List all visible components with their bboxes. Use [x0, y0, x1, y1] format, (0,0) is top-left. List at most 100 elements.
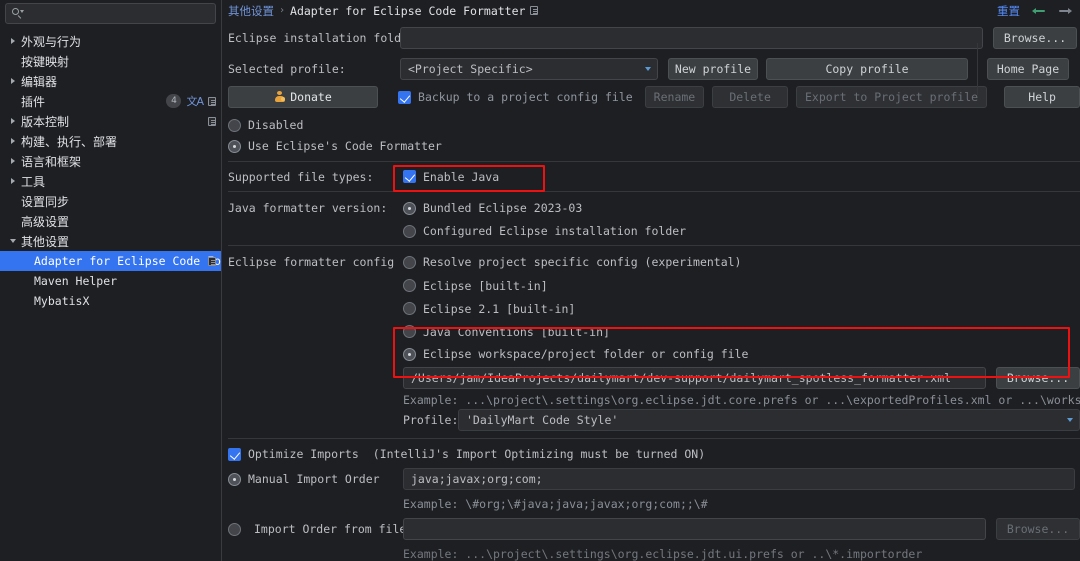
- search-input[interactable]: [28, 5, 209, 22]
- copy-settings-icon[interactable]: [208, 116, 216, 126]
- reset-link[interactable]: 重置: [997, 3, 1020, 19]
- help-button[interactable]: Help: [1004, 86, 1080, 108]
- manual-import-order-label: Manual Import Order: [248, 472, 380, 486]
- config-profile-label: Profile:: [403, 413, 459, 427]
- optimize-imports-label: Optimize Imports: [248, 447, 359, 461]
- selected-profile-label: Selected profile:: [228, 62, 346, 76]
- java-conventions-radio[interactable]: [403, 325, 416, 338]
- settings-tree: 外观与行为 按键映射 编辑器 插件 4 文A 版本控制 构建、执行、部署 语言和…: [0, 31, 242, 311]
- import-order-from-file-browse-button[interactable]: Browse...: [996, 518, 1080, 540]
- backup-config-checkbox-wrap[interactable]: Backup to a project config file: [398, 90, 633, 104]
- export-to-project-profile-button[interactable]: Export to Project profile: [795, 86, 988, 108]
- manual-import-example-row: Example: \#org;\#java;java;javax;org;com…: [222, 492, 1080, 516]
- sidebar-item-version-control[interactable]: 版本控制: [0, 111, 221, 131]
- search-box[interactable]: [5, 3, 216, 24]
- import-order-from-file-row: Import Order from file Browse...: [222, 516, 1080, 542]
- formatter-use-eclipse-option[interactable]: Use Eclipse's Code Formatter: [228, 139, 442, 153]
- rename-profile-button[interactable]: Rename: [644, 86, 705, 108]
- formatter-use-eclipse-radio[interactable]: [228, 139, 241, 153]
- config-path-browse-button[interactable]: Browse...: [996, 367, 1080, 389]
- sidebar-item-tools[interactable]: 工具: [0, 171, 221, 191]
- eclipse-builtin-radio[interactable]: [403, 279, 416, 292]
- sidebar-item-languages-frameworks[interactable]: 语言和框架: [0, 151, 221, 171]
- sidebar-item-advanced-settings[interactable]: 高级设置: [0, 211, 221, 231]
- breadcrumb-parent[interactable]: 其他设置: [228, 3, 274, 19]
- config-example-row: Example: ...\project\.settings\org.eclip…: [222, 391, 1080, 408]
- enable-java-option[interactable]: Enable Java: [403, 170, 499, 184]
- bundled-eclipse-option[interactable]: Bundled Eclipse 2023-03: [403, 201, 582, 215]
- optimize-imports-option[interactable]: Optimize Imports: [228, 447, 359, 461]
- eclipse-workspace-config-option[interactable]: Eclipse workspace/project folder or conf…: [403, 347, 748, 361]
- sidebar-item-label: Maven Helper: [34, 274, 118, 288]
- formatter-disabled-option[interactable]: Disabled: [228, 118, 303, 132]
- eclipse-builtin-option[interactable]: Eclipse [built-in]: [403, 279, 548, 293]
- sidebar-item-plugins[interactable]: 插件 4 文A: [0, 91, 221, 111]
- import-order-from-file-input[interactable]: [403, 518, 986, 540]
- formatter-use-eclipse-label: Use Eclipse's Code Formatter: [248, 139, 442, 153]
- sidebar-item-build-exec-deploy[interactable]: 构建、执行、部署: [0, 131, 221, 151]
- optimize-imports-checkbox[interactable]: [228, 447, 241, 461]
- eclipse-21-builtin-radio[interactable]: [403, 302, 416, 315]
- chevron-right-icon[interactable]: [6, 178, 19, 184]
- manual-import-order-input[interactable]: java;javax;org;com;: [403, 468, 1075, 490]
- copy-settings-icon[interactable]: [208, 96, 216, 106]
- back-arrow-icon[interactable]: [1032, 5, 1046, 16]
- formatter-disabled-radio[interactable]: [228, 118, 241, 132]
- sidebar-item-mybatisx[interactable]: MybatisX: [0, 291, 221, 311]
- enable-java-checkbox[interactable]: [403, 170, 416, 183]
- supported-file-types-row: Supported file types: Enable Java: [222, 162, 1080, 191]
- manual-import-order-radio[interactable]: [228, 472, 241, 486]
- copy-profile-button[interactable]: Copy profile: [766, 58, 968, 80]
- config-profile-combo[interactable]: 'DailyMart Code Style': [458, 409, 1080, 431]
- selected-profile-value: <Project Specific>: [408, 62, 533, 76]
- copy-settings-icon[interactable]: [208, 256, 216, 266]
- manual-import-order-option[interactable]: Manual Import Order: [228, 472, 400, 486]
- install-folder-browse-button[interactable]: Browse...: [993, 27, 1077, 49]
- sidebar-item-label: 语言和框架: [21, 154, 82, 169]
- home-page-button[interactable]: Home Page: [987, 58, 1069, 80]
- backup-config-checkbox[interactable]: [398, 90, 412, 104]
- chevron-right-icon[interactable]: [6, 78, 19, 84]
- configured-eclipse-option[interactable]: Configured Eclipse installation folder: [403, 224, 686, 238]
- selected-profile-combo[interactable]: <Project Specific>: [400, 58, 658, 80]
- page-title: Adapter for Eclipse Code Formatter: [290, 3, 526, 18]
- chevron-right-icon[interactable]: [6, 38, 19, 44]
- import-order-from-file-option[interactable]: Import Order from file: [228, 522, 406, 536]
- eclipse-21-builtin-label: Eclipse 2.1 [built-in]: [423, 301, 576, 316]
- import-order-from-file-label: Import Order from file: [254, 522, 407, 536]
- settings-main-panel: 其他设置 › Adapter for Eclipse Code Formatte…: [222, 0, 1080, 561]
- sidebar-item-label: 版本控制: [21, 114, 70, 129]
- new-profile-button[interactable]: New profile: [668, 58, 758, 80]
- forward-arrow-icon[interactable]: [1058, 5, 1072, 16]
- chevron-right-icon[interactable]: [6, 158, 19, 164]
- copy-settings-icon[interactable]: [530, 6, 539, 15]
- sidebar-item-maven-helper[interactable]: Maven Helper: [0, 271, 221, 291]
- resolve-project-specific-radio[interactable]: [403, 255, 416, 269]
- eclipse-workspace-config-radio[interactable]: [403, 347, 416, 361]
- config-path-input[interactable]: /Users/jam/IdeaProjects/dailymart/dev-su…: [403, 367, 986, 389]
- sidebar-item-settings-sync[interactable]: 设置同步: [0, 191, 221, 211]
- sidebar-item-label: 其他设置: [21, 234, 70, 249]
- backup-config-label: Backup to a project config file: [418, 90, 633, 104]
- donate-button[interactable]: Donate: [228, 86, 379, 108]
- import-order-from-file-radio[interactable]: [228, 522, 241, 536]
- eclipse-builtin-label: Eclipse [built-in]: [423, 278, 548, 293]
- sidebar-item-other-settings[interactable]: 其他设置: [0, 231, 221, 251]
- sidebar-item-appearance[interactable]: 外观与行为: [0, 31, 221, 51]
- install-folder-input[interactable]: [400, 27, 983, 49]
- chevron-down-icon[interactable]: [6, 239, 19, 243]
- eclipse-21-builtin-option[interactable]: Eclipse 2.1 [built-in]: [403, 302, 575, 316]
- delete-profile-button[interactable]: Delete: [712, 86, 788, 108]
- bundled-eclipse-radio[interactable]: [403, 201, 416, 215]
- chevron-right-icon[interactable]: [6, 118, 19, 124]
- resolve-project-specific-option[interactable]: Resolve project specific config (experim…: [403, 255, 742, 269]
- java-conventions-option[interactable]: Java Conventions [built-in]: [403, 325, 610, 339]
- configured-eclipse-radio[interactable]: [403, 224, 416, 238]
- sidebar-search-wrap: [0, 0, 221, 24]
- sidebar-item-editor[interactable]: 编辑器: [0, 71, 221, 91]
- chevron-right-icon[interactable]: [6, 138, 19, 144]
- translate-icon[interactable]: 文A: [186, 93, 204, 109]
- install-folder-row: Eclipse installation folder Browse...: [222, 21, 1080, 55]
- sidebar-item-keymap[interactable]: 按键映射: [0, 51, 221, 71]
- sidebar-item-adapter-for-eclipse-code-formatter[interactable]: Adapter for Eclipse Code Forma: [0, 251, 242, 271]
